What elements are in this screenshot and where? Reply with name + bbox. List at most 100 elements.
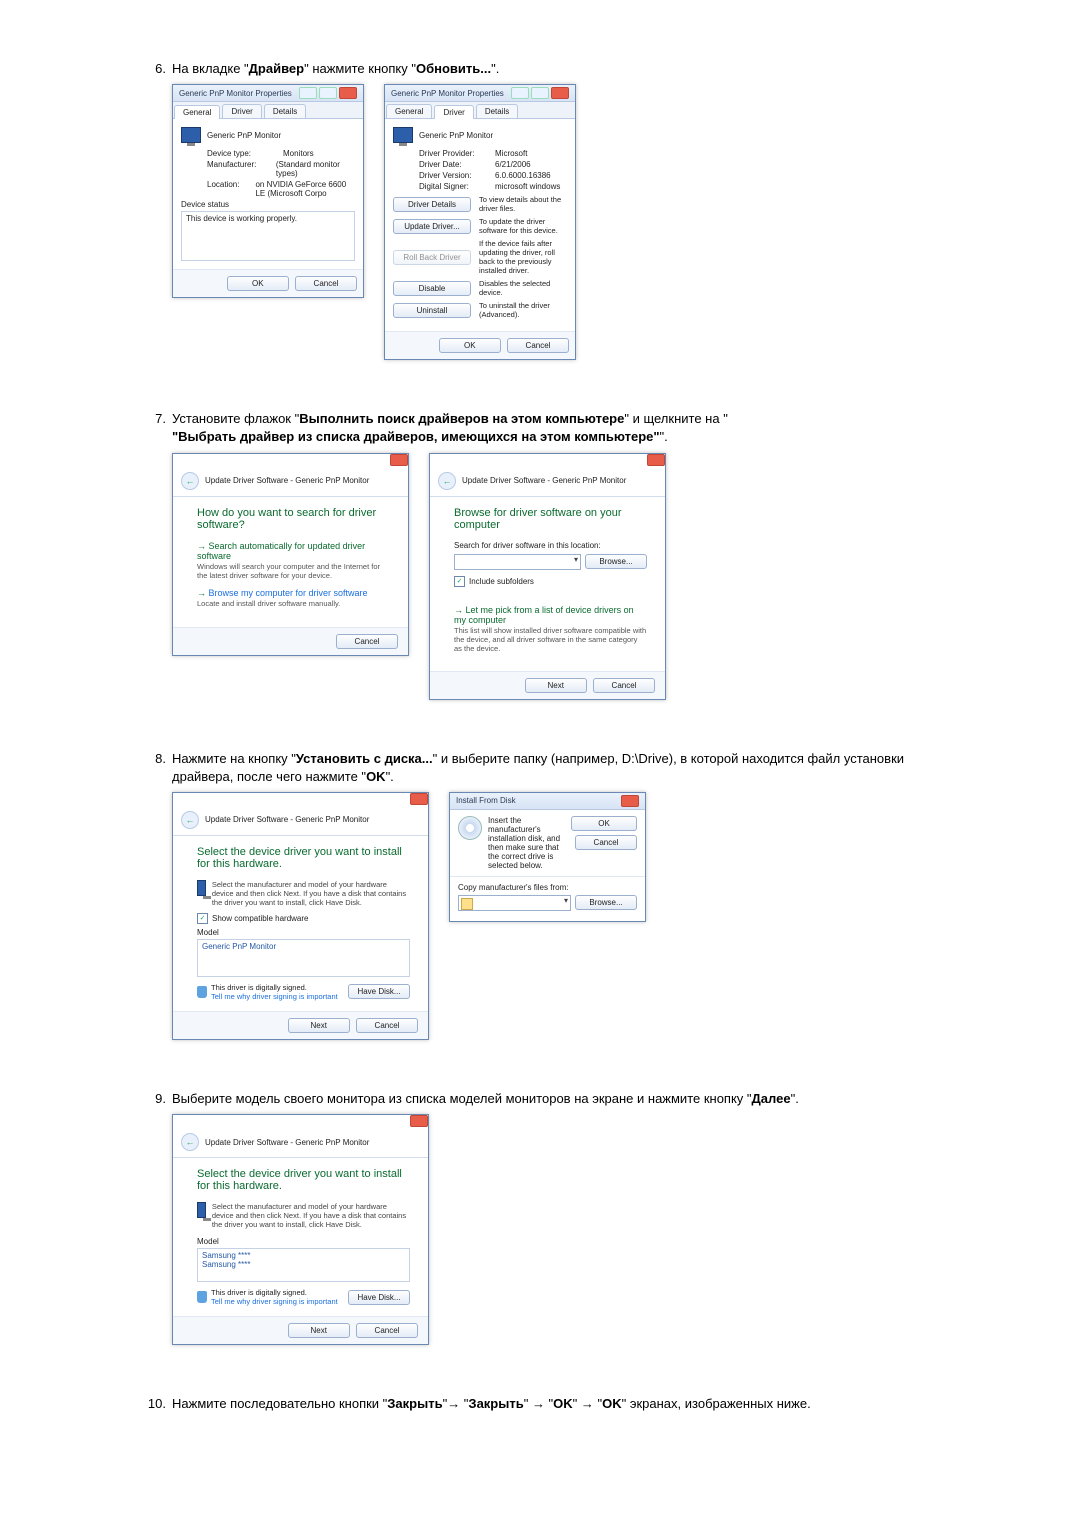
browse-button[interactable]: Browse... <box>575 895 637 910</box>
include-subfolders-checkbox[interactable]: ✓Include subfolders <box>454 576 647 587</box>
dialog-title: Generic PnP Monitor Properties <box>179 89 292 98</box>
list-item[interactable]: Samsung **** <box>202 1260 405 1269</box>
next-button[interactable]: Next <box>525 678 587 693</box>
option-pick-from-list[interactable]: → Let me pick from a list of device driv… <box>454 605 647 653</box>
ok-button[interactable]: OK <box>571 816 637 831</box>
properties-dialog-general: Generic PnP Monitor Properties General D… <box>172 84 364 298</box>
cancel-button[interactable]: Cancel <box>507 338 569 353</box>
back-icon[interactable]: ← <box>181 811 199 829</box>
copy-from-label: Copy manufacturer's files from: <box>458 883 637 892</box>
driver-signing-link[interactable]: Tell me why driver signing is important <box>211 1297 338 1306</box>
have-disk-button[interactable]: Have Disk... <box>348 1290 410 1305</box>
monitor-icon <box>393 127 413 143</box>
minimize-icon[interactable] <box>299 87 317 99</box>
shield-icon <box>197 986 207 998</box>
tab-details[interactable]: Details <box>264 104 306 118</box>
list-item[interactable]: Samsung **** <box>202 1251 405 1260</box>
tab-general[interactable]: General <box>386 104 432 118</box>
shield-icon <box>197 1291 207 1303</box>
close-icon[interactable] <box>390 454 408 466</box>
maximize-icon[interactable] <box>531 87 549 99</box>
driver-details-button[interactable]: Driver Details <box>393 197 471 212</box>
wizard-title: Update Driver Software - Generic PnP Mon… <box>205 476 369 485</box>
cancel-button[interactable]: Cancel <box>575 835 637 850</box>
model-label: Model <box>197 1237 410 1246</box>
close-icon[interactable] <box>647 454 665 466</box>
monitor-icon <box>197 1202 206 1218</box>
model-label: Model <box>197 928 410 937</box>
cancel-button[interactable]: Cancel <box>295 276 357 291</box>
close-icon[interactable] <box>410 1115 428 1127</box>
cancel-button[interactable]: Cancel <box>593 678 655 693</box>
next-button[interactable]: Next <box>288 1323 350 1338</box>
back-icon[interactable]: ← <box>438 472 456 490</box>
option-search-auto[interactable]: → Search automatically for updated drive… <box>197 541 390 580</box>
wizard-title: Update Driver Software - Generic PnP Mon… <box>462 476 626 485</box>
wizard-heading: Browse for driver software on your compu… <box>454 507 647 531</box>
update-wizard-select-driver: ← Update Driver Software - Generic PnP M… <box>172 792 429 1040</box>
update-wizard-browse: ← Update Driver Software - Generic PnP M… <box>429 453 666 700</box>
device-status-label: Device status <box>181 200 355 209</box>
close-icon[interactable] <box>410 793 428 805</box>
driver-signing-link[interactable]: Tell me why driver signing is important <box>211 992 338 1001</box>
step-text: Нажмите на кнопку "Установить с диска...… <box>172 750 960 786</box>
tab-details[interactable]: Details <box>476 104 518 118</box>
wizard-title: Update Driver Software - Generic PnP Mon… <box>205 815 369 824</box>
step-text: На вкладке "Драйвер" нажмите кнопку "Обн… <box>172 60 960 78</box>
close-icon[interactable] <box>551 87 569 99</box>
cancel-button[interactable]: Cancel <box>336 634 398 649</box>
search-location-label: Search for driver software in this locat… <box>454 541 647 550</box>
wizard-heading: How do you want to search for driver sof… <box>197 507 390 531</box>
have-disk-button[interactable]: Have Disk... <box>348 984 410 999</box>
properties-dialog-driver: Generic PnP Monitor Properties General D… <box>384 84 576 360</box>
tab-driver[interactable]: Driver <box>222 104 261 118</box>
uninstall-button[interactable]: Uninstall <box>393 303 471 318</box>
maximize-icon[interactable] <box>319 87 337 99</box>
path-combobox[interactable] <box>454 554 581 570</box>
cancel-button[interactable]: Cancel <box>356 1018 418 1033</box>
step-number: 6. <box>140 61 172 76</box>
dialog-title: Generic PnP Monitor Properties <box>391 89 504 98</box>
wizard-heading: Select the device driver you want to ins… <box>197 846 410 870</box>
step-number: 8. <box>140 751 172 766</box>
show-compatible-checkbox[interactable]: ✓Show compatible hardware <box>197 913 410 924</box>
step-number: 7. <box>140 411 172 426</box>
back-icon[interactable]: ← <box>181 472 199 490</box>
model-listbox[interactable]: Samsung **** Samsung **** <box>197 1248 410 1282</box>
dialog-title: Install From Disk <box>456 796 516 805</box>
minimize-icon[interactable] <box>511 87 529 99</box>
step-text: Установите флажок "Выполнить поиск драйв… <box>172 410 960 446</box>
rollback-driver-button[interactable]: Roll Back Driver <box>393 250 471 265</box>
step-text: Выберите модель своего монитора из списк… <box>172 1090 960 1108</box>
install-from-disk-dialog: Install From Disk Insert the manufacture… <box>449 792 646 922</box>
wizard-heading: Select the device driver you want to ins… <box>197 1168 410 1192</box>
tab-general[interactable]: General <box>174 105 220 119</box>
ok-button[interactable]: OK <box>439 338 501 353</box>
browse-button[interactable]: Browse... <box>585 554 647 569</box>
back-icon[interactable]: ← <box>181 1133 199 1151</box>
install-disk-message: Insert the manufacturer's installation d… <box>488 816 565 870</box>
update-wizard-search: ← Update Driver Software - Generic PnP M… <box>172 453 409 656</box>
option-browse[interactable]: → Browse my computer for driver software… <box>197 588 390 608</box>
wizard-title: Update Driver Software - Generic PnP Mon… <box>205 1138 369 1147</box>
close-icon[interactable] <box>339 87 357 99</box>
device-name: Generic PnP Monitor <box>207 131 281 140</box>
disable-button[interactable]: Disable <box>393 281 471 296</box>
disc-icon <box>458 816 482 840</box>
model-listbox[interactable]: Generic PnP Monitor <box>197 939 410 977</box>
device-name: Generic PnP Monitor <box>419 131 493 140</box>
close-icon[interactable] <box>621 795 639 807</box>
tab-driver[interactable]: Driver <box>434 105 473 119</box>
copy-from-combobox[interactable] <box>458 895 571 911</box>
device-status-box: This device is working properly. <box>181 211 355 261</box>
ok-button[interactable]: OK <box>227 276 289 291</box>
cancel-button[interactable]: Cancel <box>356 1323 418 1338</box>
next-button[interactable]: Next <box>288 1018 350 1033</box>
update-wizard-select-model: ← Update Driver Software - Generic PnP M… <box>172 1114 429 1345</box>
update-driver-button[interactable]: Update Driver... <box>393 219 471 234</box>
step-text: Нажмите последовательно кнопки "Закрыть"… <box>172 1395 960 1413</box>
step-number: 9. <box>140 1091 172 1106</box>
monitor-icon <box>181 127 201 143</box>
monitor-icon <box>197 880 206 896</box>
step-number: 10. <box>140 1396 172 1411</box>
